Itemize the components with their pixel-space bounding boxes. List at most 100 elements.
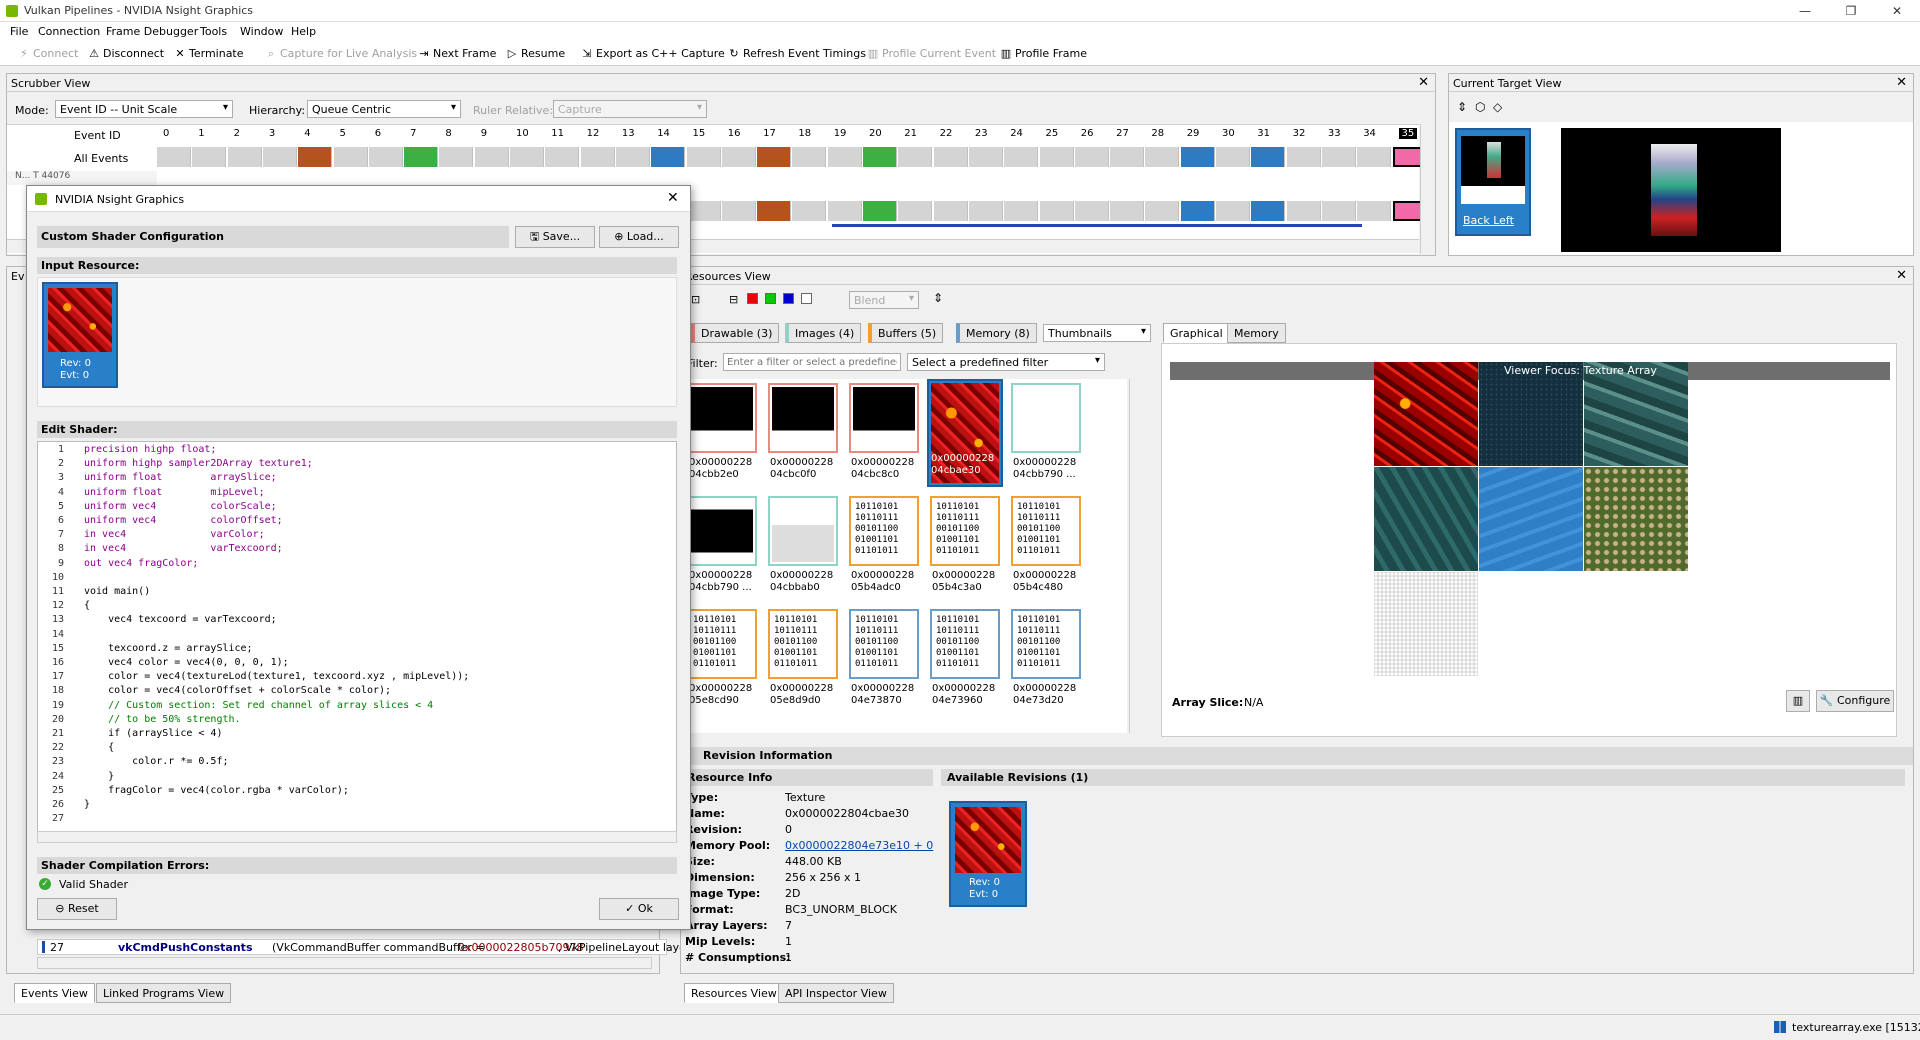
resource-tile[interactable]: 10110101 10110111 00101100 01001101 0110… <box>1011 496 1081 593</box>
capture-live-button[interactable]: ⌕ Capture for Live Analysis <box>265 47 417 61</box>
code-line[interactable]: 19 // Custom section: Set red channel of… <box>38 700 433 714</box>
event-cell[interactable] <box>1074 147 1109 167</box>
event-cell[interactable] <box>721 201 756 221</box>
render-target-preview[interactable] <box>1561 128 1781 252</box>
sort-icon[interactable]: ⇕ <box>1457 100 1467 114</box>
resource-tile[interactable]: 10110101 10110111 00101100 01001101 0110… <box>930 609 1000 706</box>
event-cell[interactable] <box>227 147 262 167</box>
save-image-icon[interactable]: ⊟ <box>729 293 738 306</box>
menu-window[interactable]: Window <box>240 25 283 38</box>
resource-tile[interactable]: 10110101 10110111 00101100 01001101 0110… <box>849 496 919 593</box>
array-slice-image[interactable] <box>1374 572 1478 676</box>
tab-resources-view[interactable]: Resources View <box>684 983 784 1003</box>
close-icon[interactable]: ✕ <box>1882 2 1912 20</box>
resource-tile[interactable]: 0x00000228 04cbc8c0 <box>849 383 919 480</box>
reset-button[interactable]: ⊖ Reset <box>37 898 117 920</box>
event-cell[interactable] <box>968 147 1003 167</box>
load-button[interactable]: ⊕ Load... <box>599 226 679 248</box>
configure-button[interactable]: 🔧 Configure <box>1816 690 1894 712</box>
event-cell[interactable] <box>1357 147 1392 167</box>
resource-tile[interactable]: 10110101 10110111 00101100 01001101 0110… <box>1011 609 1081 706</box>
event-cell[interactable] <box>1039 201 1074 221</box>
event-cell[interactable] <box>1110 147 1145 167</box>
hierarchy-select[interactable]: Queue Centric <box>307 100 461 118</box>
next-frame-button[interactable]: ⇥ Next Frame <box>418 47 496 60</box>
event-cell[interactable] <box>933 201 968 221</box>
scrubber-vscrollbar[interactable] <box>1420 124 1434 254</box>
event-cell[interactable] <box>898 201 933 221</box>
array-slice-image[interactable] <box>1584 467 1688 571</box>
code-line[interactable]: 3 uniform float arraySlice; <box>38 472 277 486</box>
tab-images[interactable]: Images (4) <box>785 323 862 343</box>
event-cell[interactable] <box>686 147 721 167</box>
code-line[interactable]: 2 uniform highp sampler2DArray texture1; <box>38 458 313 472</box>
event-cell[interactable] <box>262 147 297 167</box>
event-cell[interactable] <box>1145 147 1180 167</box>
resource-tile[interactable]: 0x00000228 04cbae30 <box>927 379 1003 487</box>
event-cell[interactable] <box>898 147 933 167</box>
minimize-icon[interactable]: — <box>1790 2 1820 20</box>
lock-icon[interactable]: ⊡ <box>691 293 700 306</box>
code-line[interactable]: 6 uniform vec4 colorOffset; <box>38 515 283 529</box>
export-cpp-button[interactable]: ⇲ Export as C++ Capture <box>581 47 724 60</box>
event-cell[interactable] <box>545 147 580 167</box>
code-line[interactable]: 9 out vec4 fragColor; <box>38 558 198 572</box>
event-cell[interactable] <box>757 147 792 167</box>
predefined-filter-select[interactable]: Select a predefined filter <box>907 353 1105 371</box>
tab-memory-view[interactable]: Memory <box>1227 323 1286 343</box>
code-line[interactable]: 14 <box>38 629 84 643</box>
event-cell[interactable] <box>615 147 650 167</box>
blue-channel-toggle[interactable] <box>783 293 794 304</box>
info-value[interactable]: 0x0000022804e73e10 + 0 <box>785 839 933 852</box>
array-slice-image[interactable] <box>1584 362 1688 466</box>
resource-tile[interactable]: 0x00000228 04cbb790 ... <box>1011 383 1081 480</box>
green-channel-toggle[interactable] <box>765 293 776 304</box>
code-line[interactable]: 24 } <box>38 771 114 785</box>
menu-tools[interactable]: Tools <box>200 25 227 38</box>
event-cell[interactable] <box>1004 201 1039 221</box>
event-cell[interactable] <box>863 147 897 167</box>
terminate-button[interactable]: ✕ Terminate <box>174 47 243 60</box>
code-line[interactable]: 7 in vec4 varColor; <box>38 529 265 543</box>
event-cell[interactable] <box>192 147 227 167</box>
back-left-link[interactable]: Back Left <box>1463 214 1514 227</box>
code-line[interactable]: 16 vec4 color = vec4(0, 0, 0, 1); <box>38 657 289 671</box>
code-line[interactable]: 27 <box>38 813 84 827</box>
code-line[interactable]: 13 vec4 texcoord = varTexcoord; <box>38 614 277 628</box>
event-cell[interactable] <box>1110 201 1145 221</box>
menu-file[interactable]: File <box>10 25 28 38</box>
event-cell[interactable] <box>827 201 862 221</box>
code-line[interactable]: 22 { <box>38 742 114 756</box>
resource-tile[interactable]: 10110101 10110111 00101100 01001101 0110… <box>687 609 757 706</box>
resource-tile[interactable]: 10110101 10110111 00101100 01001101 0110… <box>930 496 1000 593</box>
back-left-target[interactable]: Back Left <box>1455 128 1531 236</box>
connect-button[interactable]: ⚡ Connect <box>18 47 78 60</box>
event-cell[interactable] <box>333 147 368 167</box>
menu-frame-debugger[interactable]: Frame Debugger <box>106 25 198 38</box>
tab-buffers[interactable]: Buffers (5) <box>868 323 944 343</box>
event-cell[interactable] <box>721 147 756 167</box>
tab-linked-programs[interactable]: Linked Programs View <box>96 983 232 1003</box>
tab-events-view[interactable]: Events View <box>14 983 95 1003</box>
ok-button[interactable]: ✓ Ok <box>599 898 679 920</box>
array-slice-image[interactable] <box>1479 362 1583 466</box>
event-cell[interactable] <box>1321 147 1356 167</box>
eraser-icon[interactable]: ◇ <box>1493 100 1502 114</box>
red-channel-toggle[interactable] <box>747 293 758 304</box>
code-line[interactable]: 4 uniform float mipLevel; <box>38 487 265 501</box>
event-cell[interactable] <box>933 147 968 167</box>
event-id-ruler[interactable]: 0 1 2 3 4 5 6 7 8 9 10 11 12 13 14 15 16 17 18 19 20 21 22 23 24… <box>163 128 1418 142</box>
resource-tile[interactable]: 10110101 10110111 00101100 01001101 0110… <box>768 609 838 706</box>
flip-icon[interactable]: ⇕ <box>933 291 943 305</box>
event-cell[interactable] <box>1039 147 1074 167</box>
event-row[interactable]: 27 vkCmdPushConstants (VkCommandBuffer c… <box>37 939 697 955</box>
event-cell[interactable] <box>439 147 474 167</box>
revision-info-bar[interactable]: ▾ Revision Information <box>681 747 1913 765</box>
shader-code-editor[interactable]: 1 precision highp float; 2 uniform highp sa… <box>37 441 677 841</box>
event-cell[interactable] <box>368 147 403 167</box>
event-cell[interactable] <box>1251 201 1286 221</box>
event-cell[interactable] <box>510 147 544 167</box>
event-cell[interactable] <box>1004 147 1039 167</box>
event-cell[interactable] <box>651 147 686 167</box>
resource-tile[interactable]: 0x00000228 04cbb2e0 <box>687 383 757 480</box>
